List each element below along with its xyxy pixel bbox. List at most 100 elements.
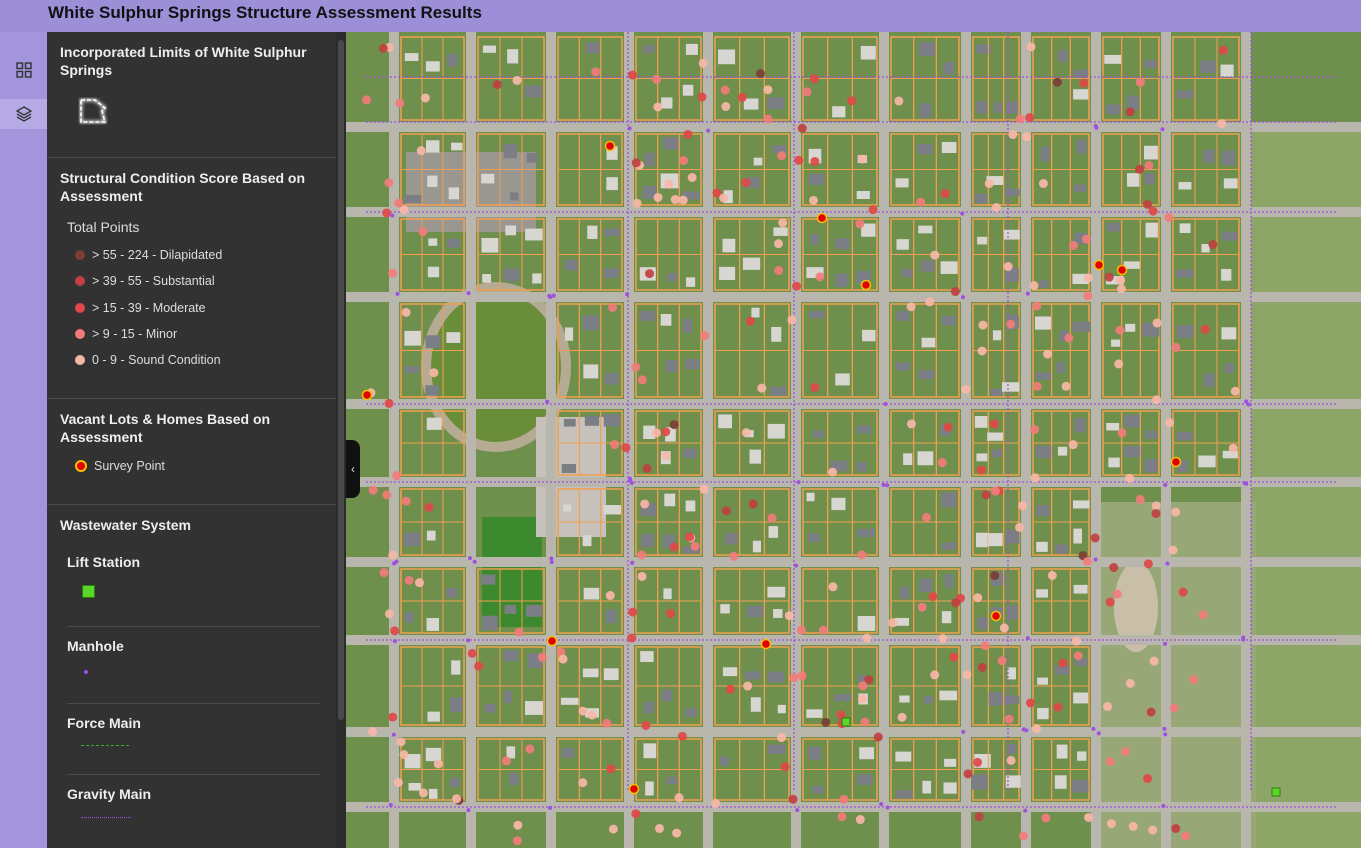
- map-house: [1035, 316, 1051, 330]
- map-house: [896, 790, 913, 799]
- map-assessment-point: [1032, 381, 1042, 391]
- map-assessment-point: [974, 812, 984, 822]
- map-manhole: [1160, 127, 1165, 132]
- map-assessment-point: [1038, 179, 1048, 189]
- map-assessment-point: [767, 513, 777, 523]
- map-assessment-point: [1144, 161, 1154, 171]
- map-assessment-point: [637, 571, 647, 581]
- map-assessment-point: [637, 375, 647, 385]
- map-assessment-point: [837, 812, 847, 822]
- legend-scroll-thumb[interactable]: [338, 40, 344, 720]
- map-assessment-point: [1025, 113, 1035, 123]
- legend-scrollbar[interactable]: [336, 32, 346, 848]
- map-house: [923, 696, 933, 704]
- map-house: [743, 98, 759, 110]
- map-assessment-point: [645, 269, 655, 279]
- map-house: [427, 711, 440, 722]
- map-manhole: [466, 808, 471, 813]
- map-assessment-point: [757, 383, 767, 393]
- map-house: [1106, 422, 1120, 431]
- map-manhole: [1091, 726, 1096, 731]
- map-house: [525, 85, 543, 98]
- map-assessment-point: [999, 623, 1009, 633]
- map-house: [1073, 184, 1087, 192]
- map-assessment-point: [1083, 273, 1093, 283]
- map-assessment-point: [1068, 440, 1078, 450]
- lift-station-symbol-icon: [82, 585, 95, 598]
- map-assessment-point: [839, 794, 849, 804]
- map-assessment-point: [1031, 724, 1041, 734]
- map-house: [428, 788, 438, 799]
- map-house: [749, 449, 762, 464]
- map-assessment-point: [815, 272, 825, 282]
- map-house: [918, 369, 935, 380]
- map-manhole: [391, 732, 396, 737]
- map-assessment-point: [1068, 241, 1078, 251]
- map-house: [1058, 50, 1068, 62]
- legend-vacant-title: Vacant Lots & Homes Based on Assessment: [60, 411, 271, 445]
- map-house: [1104, 54, 1122, 64]
- map-assessment-point: [632, 198, 642, 208]
- map-assessment-point: [652, 74, 662, 84]
- map-house: [1073, 89, 1089, 100]
- map-house: [509, 772, 519, 786]
- map-assessment-point: [379, 568, 389, 578]
- legend-divider: [47, 504, 336, 505]
- map-house: [603, 268, 619, 278]
- map-house: [1076, 139, 1087, 154]
- map-house: [447, 54, 458, 67]
- map-assessment-point: [1178, 587, 1188, 597]
- map-assessment-point: [404, 575, 414, 585]
- map-manhole: [472, 559, 477, 564]
- layers-icon[interactable]: [0, 99, 47, 129]
- map-assessment-point: [1071, 636, 1081, 646]
- legend-panel: Incorporated Limits of White Sulphur Spr…: [47, 32, 336, 848]
- map-house: [1035, 446, 1054, 459]
- map-assessment-point: [1083, 291, 1093, 301]
- map-house: [526, 604, 543, 617]
- map-assessment-point: [748, 499, 758, 509]
- map-house: [525, 228, 543, 241]
- map-assessment-point: [664, 179, 674, 189]
- map-manhole: [549, 556, 554, 561]
- map-house: [582, 535, 592, 547]
- map-house: [644, 152, 655, 167]
- map-house: [944, 758, 957, 767]
- map-manhole: [960, 295, 965, 300]
- map-house: [582, 668, 599, 678]
- map-assessment-point: [888, 618, 898, 628]
- map-house: [1145, 222, 1158, 238]
- map-house: [1178, 182, 1192, 190]
- map-house: [1105, 104, 1121, 115]
- map-assessment-point: [1004, 714, 1014, 724]
- map-assessment-point: [1148, 825, 1158, 835]
- map-house: [425, 747, 442, 762]
- map-assessment-point: [700, 331, 710, 341]
- map-house: [1037, 677, 1049, 685]
- map-street: [1161, 32, 1171, 848]
- map-house: [992, 330, 1002, 341]
- map-view[interactable]: [346, 32, 1361, 848]
- map-assessment-point: [1115, 325, 1125, 335]
- grid-icon[interactable]: [0, 55, 47, 85]
- map-house: [603, 414, 621, 427]
- legend-divider: [67, 626, 320, 627]
- map-house: [942, 315, 956, 326]
- map-assessment-point: [1053, 702, 1063, 712]
- map-house: [1144, 459, 1158, 473]
- map-assessment-point: [1125, 678, 1135, 688]
- map-assessment-point: [578, 778, 588, 788]
- map-house: [917, 451, 934, 466]
- map-assessment-point: [720, 85, 730, 95]
- map-manhole: [548, 295, 553, 300]
- collapse-panel-button[interactable]: ‹: [346, 440, 360, 498]
- map-assessment-point: [1018, 501, 1028, 511]
- force-main-symbol-icon: [81, 745, 129, 746]
- map-survey-point: [1116, 264, 1128, 276]
- map-house: [941, 611, 952, 624]
- map-house: [1073, 584, 1088, 594]
- map-house: [1176, 90, 1194, 99]
- map-assessment-point: [1116, 284, 1126, 294]
- map-assessment-point: [997, 656, 1007, 666]
- map-canvas[interactable]: [346, 32, 1361, 848]
